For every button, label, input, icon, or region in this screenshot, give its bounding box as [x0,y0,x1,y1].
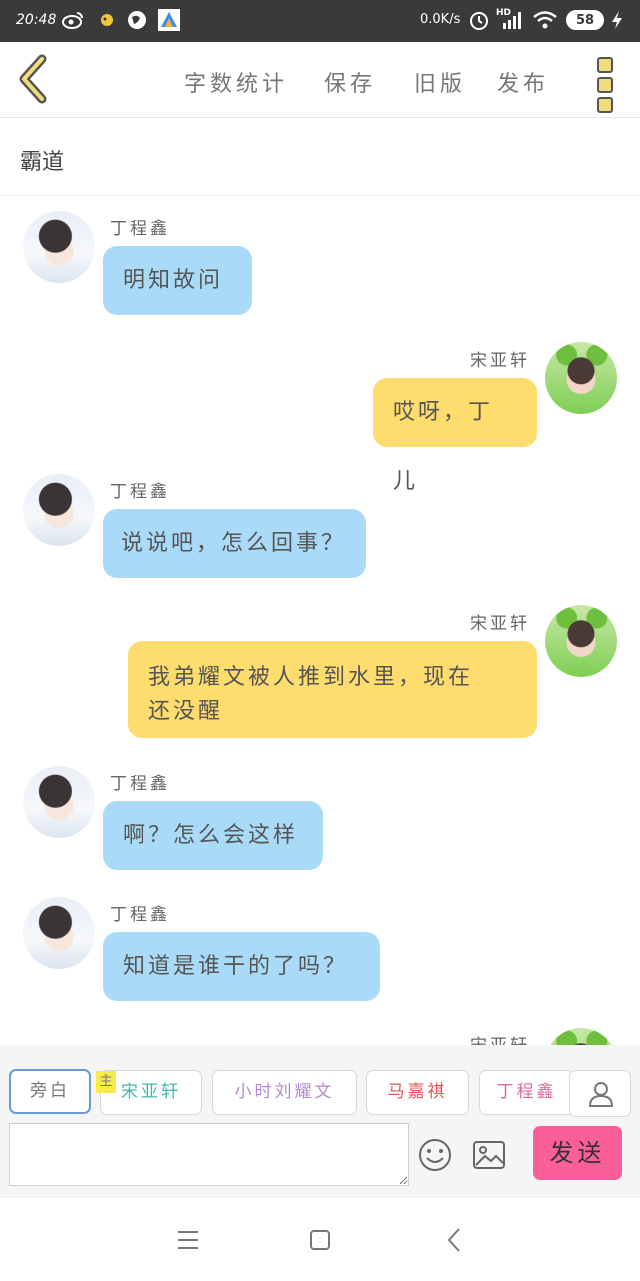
avatar-ding[interactable] [23,211,95,283]
image-icon[interactable] [472,1140,506,1170]
home-nav-icon[interactable] [305,1225,335,1255]
back-nav-icon[interactable] [440,1225,470,1255]
old-version-button[interactable]: 旧版 [414,66,466,98]
message-input[interactable] [9,1123,409,1186]
message-bubble[interactable]: 知道是谁干的了吗？ [103,932,380,1001]
charging-icon [612,11,622,29]
role-narrator-button[interactable]: 旁白 [9,1069,91,1114]
editor-toolbar: 字数统计 保存 旧版 发布 [0,42,640,118]
story-title-row[interactable]: 霸道 [0,118,640,196]
message-bubble[interactable]: 啊？怎么会这样 [103,801,323,870]
avatar-ding[interactable] [23,766,95,838]
message-bubble[interactable]: 我弟耀文被人推到水里，现在 还没醒 [128,641,537,738]
notification-app-icon [101,14,113,26]
send-button[interactable]: 发送 [533,1126,622,1180]
save-button[interactable]: 保存 [324,66,376,98]
back-icon[interactable] [14,54,54,104]
story-title: 霸道 [20,150,65,175]
sender-name: 丁程鑫 [110,774,170,794]
more-menu-icon[interactable] [590,54,620,113]
word-count-button[interactable]: 字数统计 [184,66,288,98]
publish-button[interactable]: 发布 [497,66,549,98]
sender-name: 丁程鑫 [110,219,170,239]
status-bar: 20:48 0.0K/s HD 58 [0,0,640,42]
sender-name: 宋亚轩 [470,351,530,371]
avatar-ding[interactable] [23,897,95,969]
menu-nav-icon[interactable] [173,1225,203,1255]
sender-name: 丁程鑫 [110,905,170,925]
status-time: 20:48 [16,12,57,28]
emoji-icon[interactable] [418,1138,452,1172]
message-bubble[interactable]: 明知故问 [103,246,252,315]
role-ma-button[interactable]: 马嘉祺 [366,1070,469,1115]
role-ding-button[interactable]: 丁程鑫 [479,1070,574,1115]
person-icon [588,1082,614,1107]
battery-indicator: 58 [566,10,604,30]
app-logo-icon [158,9,180,31]
alarm-icon [470,12,488,30]
net-speed: 0.0K/s [420,12,461,27]
wifi-icon [533,11,557,29]
weibo-icon [62,12,83,29]
sender-name: 丁程鑫 [110,482,170,502]
globe-app-icon [128,11,146,29]
avatar-ding[interactable] [23,474,95,546]
sender-name: 宋亚轩 [470,614,530,634]
avatar-song[interactable] [545,605,617,677]
message-bubble[interactable]: 哎呀，丁儿 [373,378,537,494]
signal-icon [503,12,521,29]
avatar-song[interactable] [545,342,617,414]
system-nav-bar [0,1196,640,1281]
character-profile-button[interactable] [569,1070,631,1117]
main-character-badge: 主 [96,1071,116,1093]
message-bubble[interactable]: 说说吧，怎么回事？ [103,509,366,578]
role-liu-button[interactable]: 小时刘耀文 [212,1070,357,1115]
